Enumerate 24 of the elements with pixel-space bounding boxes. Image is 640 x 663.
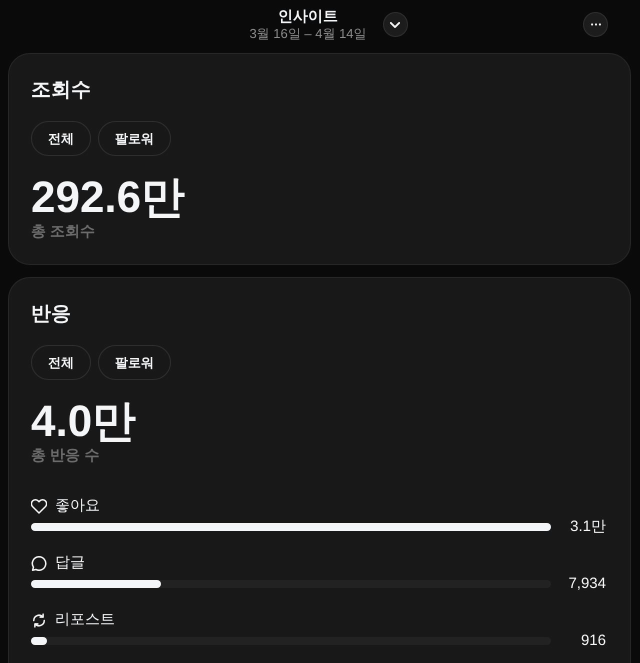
total-label: 총 조회수 [31,222,96,242]
metric-label: 리포스트 [55,610,115,630]
filter-chip[interactable]: 팔로워 [98,121,171,156]
metric-value: 3.1만 [569,517,606,537]
heart-icon [31,498,47,514]
total-value: 4.0만 [31,398,138,446]
circular-arrows-icon [31,612,47,628]
more-icon [590,23,600,26]
total-label: 총 반응 수 [31,446,100,466]
dropdown-button[interactable] [382,12,408,37]
metric-value: 7,934 [567,574,606,594]
filter-chip[interactable]: 전체 [31,345,91,380]
filter-chip[interactable]: 팔로워 [98,345,171,380]
card-title: 반응 [31,302,72,327]
speech-bubble-icon [31,556,47,570]
card-title: 조회수 [31,78,92,103]
date-range: 3월 16일 – 4월 14일 [249,26,367,42]
page-title: 인사이트 [278,8,338,26]
metric-value: 916 [580,631,606,651]
total-value: 292.6만 [31,174,186,222]
chevron-down-icon [390,22,400,28]
metric-label: 좋아요 [55,496,100,516]
filter-chip[interactable]: 전체 [31,121,91,156]
metric-label: 답글 [55,553,85,573]
